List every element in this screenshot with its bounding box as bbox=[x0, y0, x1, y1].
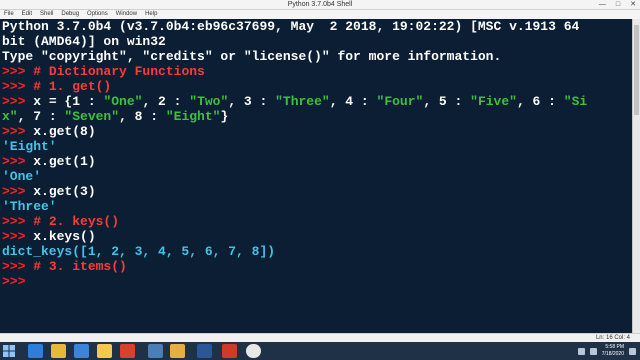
shell-line: >>> x.keys() bbox=[2, 229, 96, 244]
output-line: dict_keys([1, 2, 3, 4, 5, 6, 7, 8]) bbox=[2, 244, 276, 259]
banner-line-2: bit (AMD64)] on win32 bbox=[2, 34, 166, 49]
clock[interactable]: 5:58 PM 7/18/2020 bbox=[602, 344, 624, 358]
command: x.keys() bbox=[33, 229, 96, 244]
banner-line-3: Type "copyright", "credits" or "license(… bbox=[2, 49, 502, 64]
shell-line: >>> x = {1 : "One", 2 : "Two", 3 : "Thre… bbox=[2, 94, 587, 109]
menu-options[interactable]: Options bbox=[87, 10, 108, 19]
code: , 5 : bbox=[423, 94, 471, 109]
shell-line: >>> x.get(1) bbox=[2, 154, 96, 169]
prompt: >>> bbox=[2, 79, 34, 94]
output-line: 'Eight' bbox=[2, 139, 57, 154]
code: , 8 : bbox=[119, 109, 166, 124]
window-title: Python 3.7.0b4 Shell bbox=[287, 1, 353, 8]
menu-help[interactable]: Help bbox=[145, 10, 157, 19]
prompt: >>> bbox=[2, 184, 34, 199]
comment: # 1. get() bbox=[33, 79, 112, 94]
string: "Four" bbox=[376, 94, 424, 109]
menu-edit[interactable]: Edit bbox=[22, 10, 32, 19]
banner-line-1: Python 3.7.0b4 (v3.7.0b4:eb96c37699, May… bbox=[2, 19, 580, 34]
string: "Eight" bbox=[165, 109, 221, 124]
comment: # 3. items() bbox=[33, 259, 127, 274]
clock-date: 7/18/2020 bbox=[601, 351, 624, 357]
string: "Three" bbox=[275, 94, 330, 109]
code: , 7 : bbox=[17, 109, 65, 124]
word-icon[interactable] bbox=[197, 344, 212, 358]
minimize-button[interactable]: — bbox=[599, 0, 606, 9]
string: "Five" bbox=[470, 94, 517, 109]
network-icon[interactable] bbox=[577, 347, 585, 355]
volume-icon[interactable] bbox=[589, 347, 597, 355]
prompt: >>> bbox=[2, 154, 34, 169]
app-icon[interactable] bbox=[148, 344, 163, 358]
prompt: >>> bbox=[2, 94, 34, 109]
prompt: >>> bbox=[2, 229, 34, 244]
notification-icon[interactable] bbox=[629, 347, 636, 355]
code: , 4 : bbox=[329, 94, 377, 109]
shell-line: >>> # Dictionary Functions bbox=[2, 64, 205, 79]
app-icon[interactable] bbox=[170, 344, 185, 358]
comment: # Dictionary Functions bbox=[33, 64, 205, 79]
media-icon[interactable] bbox=[120, 344, 135, 358]
python-icon[interactable] bbox=[97, 344, 112, 358]
scrollbar-thumb[interactable] bbox=[634, 25, 639, 115]
prompt: >>> bbox=[2, 214, 34, 229]
prompt: >>> bbox=[2, 64, 34, 79]
maximize-button[interactable]: □ bbox=[616, 0, 620, 9]
code: , 3 : bbox=[228, 94, 276, 109]
shell-line[interactable]: >>> bbox=[2, 274, 33, 289]
vertical-scrollbar[interactable] bbox=[632, 19, 640, 333]
prompt: >>> bbox=[2, 274, 34, 289]
menu-bar: File Edit Shell Debug Options Window Hel… bbox=[0, 10, 640, 19]
shell-line: >>> # 2. keys() bbox=[2, 214, 119, 229]
output-line: 'One' bbox=[2, 169, 42, 184]
menu-window[interactable]: Window bbox=[116, 10, 137, 19]
string: "Si bbox=[563, 94, 588, 109]
app-icon[interactable] bbox=[222, 344, 237, 358]
folder-icon[interactable] bbox=[51, 344, 66, 358]
menu-debug[interactable]: Debug bbox=[61, 10, 79, 19]
close-button[interactable]: ✕ bbox=[630, 0, 636, 9]
command: x.get(8) bbox=[33, 124, 96, 139]
output-line: 'Three' bbox=[2, 199, 57, 214]
taskbar: 5:58 PM 7/18/2020 bbox=[0, 342, 640, 360]
ie-icon[interactable] bbox=[28, 344, 43, 358]
shell-line: >>> # 3. items() bbox=[2, 259, 127, 274]
shell-line: x", 7 : "Seven", 8 : "Eight"} bbox=[2, 109, 228, 124]
shell-line: >>> # 1. get() bbox=[2, 79, 111, 94]
title-bar: Python 3.7.0b4 Shell — □ ✕ bbox=[0, 0, 640, 10]
string: "Seven" bbox=[64, 109, 120, 124]
comment: # 2. keys() bbox=[33, 214, 120, 229]
code: } bbox=[220, 109, 229, 124]
string: "One" bbox=[103, 94, 143, 109]
command: x.get(3) bbox=[33, 184, 96, 199]
menu-shell[interactable]: Shell bbox=[40, 10, 53, 19]
shell-line: >>> x.get(8) bbox=[2, 124, 96, 139]
code: x = {1 : bbox=[33, 94, 104, 109]
system-tray: 5:58 PM 7/18/2020 bbox=[577, 342, 636, 360]
prompt: >>> bbox=[2, 259, 34, 274]
string: x" bbox=[2, 109, 18, 124]
shell-line: >>> x.get(3) bbox=[2, 184, 96, 199]
string: "Two" bbox=[189, 94, 229, 109]
command: x.get(1) bbox=[33, 154, 96, 169]
start-icon[interactable] bbox=[2, 344, 16, 358]
code: , 6 : bbox=[516, 94, 564, 109]
code: , 2 : bbox=[142, 94, 190, 109]
store-icon[interactable] bbox=[74, 344, 89, 358]
chrome-icon[interactable] bbox=[246, 344, 261, 358]
shell-text-area[interactable]: Python 3.7.0b4 (v3.7.0b4:eb96c37699, May… bbox=[0, 19, 632, 333]
menu-file[interactable]: File bbox=[4, 10, 14, 19]
clock-time: 5:58 PM bbox=[605, 344, 624, 350]
prompt: >>> bbox=[2, 124, 34, 139]
